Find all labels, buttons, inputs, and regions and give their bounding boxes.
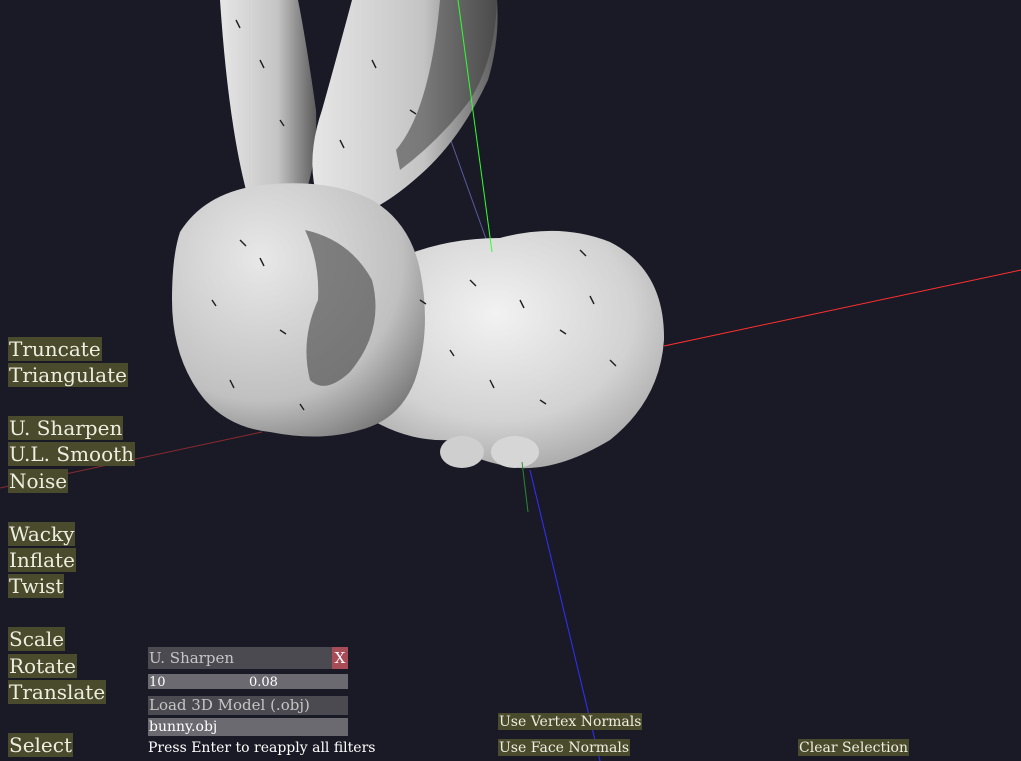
u-sharpen-button[interactable]: U. Sharpen xyxy=(8,416,124,440)
filename-value: bunny.obj xyxy=(149,719,218,735)
filter-panel-header: U. Sharpen X xyxy=(148,647,348,669)
ul-smooth-button[interactable]: U.L. Smooth xyxy=(8,442,136,466)
param-factor-field[interactable]: 0.08 xyxy=(249,674,278,691)
translate-button[interactable]: Translate xyxy=(8,680,107,704)
filename-input[interactable]: bunny.obj xyxy=(148,718,348,736)
load-model-label: Load 3D Model (.obj) xyxy=(149,696,310,714)
filter-params-row: 10 0.08 xyxy=(148,674,348,691)
select-button[interactable]: Select xyxy=(8,733,74,757)
load-model-button[interactable]: Load 3D Model (.obj) xyxy=(148,696,348,715)
reapply-hint: Press Enter to reapply all filters xyxy=(148,740,376,756)
clear-selection-button[interactable]: Clear Selection xyxy=(798,739,909,756)
inflate-button[interactable]: Inflate xyxy=(8,548,76,572)
scale-button[interactable]: Scale xyxy=(8,627,66,651)
vertex-normals-button[interactable]: Use Vertex Normals xyxy=(498,713,643,730)
bunny-mesh[interactable] xyxy=(172,0,665,469)
face-normals-button[interactable]: Use Face Normals xyxy=(498,739,631,756)
x-axis xyxy=(663,269,1021,347)
close-panel-button[interactable]: X xyxy=(332,647,348,669)
filter-panel-title: U. Sharpen xyxy=(149,649,234,667)
twist-button[interactable]: Twist xyxy=(8,574,65,598)
noise-button[interactable]: Noise xyxy=(8,469,69,493)
param-iterations-field[interactable]: 10 xyxy=(149,674,166,691)
triangulate-button[interactable]: Triangulate xyxy=(8,363,128,387)
rotate-button[interactable]: Rotate xyxy=(8,654,77,678)
wacky-button[interactable]: Wacky xyxy=(8,522,76,546)
truncate-button[interactable]: Truncate xyxy=(8,337,102,361)
y-axis-negative xyxy=(521,461,529,513)
